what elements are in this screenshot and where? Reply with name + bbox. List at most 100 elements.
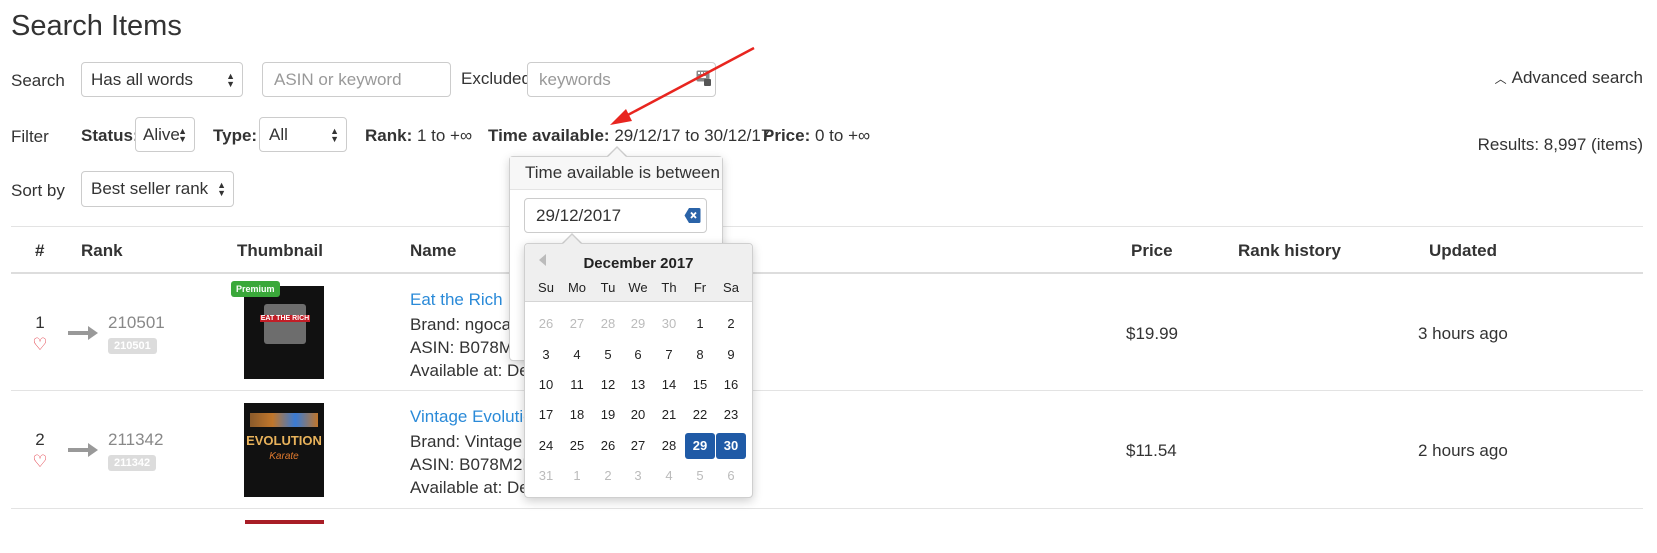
calendar-day[interactable]: 25 <box>562 433 592 459</box>
sort-select[interactable]: Best seller rank ▲ ▼ <box>81 171 234 207</box>
calendar-day[interactable]: 15 <box>685 372 715 398</box>
calendar-day[interactable]: 22 <box>685 402 715 428</box>
type-select[interactable]: All ▲ ▼ <box>259 117 347 152</box>
calendar-day[interactable]: 26 <box>593 433 623 459</box>
calendar-day[interactable]: 29 <box>623 311 653 337</box>
calendar-day[interactable]: 8 <box>685 342 715 368</box>
calendar-day[interactable]: 30 <box>716 433 746 459</box>
calendar-day[interactable]: 9 <box>716 342 746 368</box>
chevron-up-icon: ︿ <box>1494 72 1507 86</box>
calendar-day[interactable]: 23 <box>716 402 746 428</box>
divider <box>11 226 1643 227</box>
select-caret-icon: ▲ ▼ <box>330 125 339 144</box>
keyboard-icon[interactable] <box>696 70 712 86</box>
popover-pointer-fill <box>607 148 627 158</box>
rank-filter[interactable]: Rank: 1 to +∞ <box>365 126 472 146</box>
column-header-rank-history: Rank history <box>1238 241 1341 260</box>
calendar-day[interactable]: 5 <box>593 342 623 368</box>
heart-icon[interactable]: ♡ <box>25 452 55 472</box>
calendar-day[interactable]: 6 <box>716 463 746 489</box>
price-filter[interactable]: Price: 0 to +∞ <box>763 126 870 146</box>
status-select[interactable]: Alive ▲ ▼ <box>135 117 195 152</box>
calendar-day[interactable]: 13 <box>623 372 653 398</box>
rank-value: 210501 <box>108 313 165 332</box>
calendar-day[interactable]: 6 <box>623 342 653 368</box>
calendar-day[interactable]: 1 <box>562 463 592 489</box>
premium-badge: Premium <box>231 281 280 297</box>
weekday-label: Su <box>538 280 554 295</box>
calendar-day[interactable]: 20 <box>623 402 653 428</box>
rank-filter-label: Rank: <box>365 126 413 145</box>
date-input[interactable]: 29/12/2017 <box>524 198 707 233</box>
calendar-day[interactable]: 11 <box>562 372 592 398</box>
page-title: Search Items <box>11 10 182 42</box>
product-thumbnail[interactable]: EVOLUTION Karate <box>244 403 324 497</box>
column-header-num: # <box>35 241 45 260</box>
thumbnail-subtext: Karate <box>269 451 299 462</box>
time-filter-label: Time available: <box>488 126 610 145</box>
product-name[interactable]: Eat the Rich <box>410 290 503 309</box>
calendar-day[interactable]: 24 <box>531 433 561 459</box>
calendar-day[interactable]: 27 <box>562 311 592 337</box>
product-thumbnail[interactable]: EAT THE RICH <box>244 286 324 379</box>
rank-value: 211342 <box>108 430 164 449</box>
calendar-day[interactable]: 10 <box>531 372 561 398</box>
filter-label: Filter <box>11 127 49 146</box>
product-price: $19.99 <box>1126 324 1178 343</box>
calendar-day[interactable]: 5 <box>685 463 715 489</box>
calendar-day[interactable]: 27 <box>623 433 653 459</box>
calendar-day[interactable]: 31 <box>531 463 561 489</box>
advanced-search-link[interactable]: ︿ Advanced search <box>1495 68 1643 88</box>
calendar-day[interactable]: 18 <box>562 402 592 428</box>
calendar-day[interactable]: 2 <box>593 463 623 489</box>
calendar-day[interactable]: 1 <box>685 311 715 337</box>
calendar-day[interactable]: 26 <box>531 311 561 337</box>
select-caret-icon: ▲ ▼ <box>217 180 226 198</box>
calendar-day[interactable]: 7 <box>654 342 684 368</box>
updated-time: 3 hours ago <box>1418 324 1508 343</box>
table-row: 1 ♡ 210501 210501 EAT THE RICH Premium E… <box>0 274 1657 390</box>
calendar-day[interactable]: 29 <box>685 433 715 459</box>
column-header-name[interactable]: Name <box>410 241 456 261</box>
calendar-day[interactable]: 4 <box>654 463 684 489</box>
calendar-day[interactable]: 3 <box>531 342 561 368</box>
weekday-label: We <box>628 280 648 295</box>
sort-value: Best seller rank <box>91 179 209 198</box>
heart-icon[interactable]: ♡ <box>25 335 55 355</box>
column-header-rank[interactable]: Rank <box>81 241 123 261</box>
row-number: 1 <box>35 313 45 332</box>
calendar-day[interactable]: 28 <box>593 311 623 337</box>
excluded-input[interactable]: keywords <box>527 62 716 97</box>
rank-badge: 211342 <box>108 455 157 471</box>
calendar-day[interactable]: 28 <box>654 433 684 459</box>
time-filter[interactable]: Time available: 29/12/17 to 30/12/17 <box>488 126 770 146</box>
clear-icon[interactable] <box>684 207 701 224</box>
calendar-day[interactable]: 19 <box>593 402 623 428</box>
product-name-link[interactable]: Vintage Evolution <box>410 407 542 427</box>
advanced-search-label: Advanced search <box>1511 68 1643 87</box>
calendar-day[interactable]: 12 <box>593 372 623 398</box>
calendar-day[interactable]: 30 <box>654 311 684 337</box>
popover-title: Time available is between <box>510 157 722 190</box>
column-header-updated[interactable]: Updated <box>1429 241 1497 261</box>
column-header-price[interactable]: Price <box>1131 241 1173 261</box>
calendar-day[interactable]: 14 <box>654 372 684 398</box>
thumbnail-text: EAT THE RICH <box>260 315 310 322</box>
calendar-day[interactable]: 17 <box>531 402 561 428</box>
product-name[interactable]: Vintage Evolution <box>410 407 542 426</box>
product-name-link[interactable]: Eat the Rich <box>410 290 503 310</box>
status-value: Alive <box>143 124 180 144</box>
weekday-label: Fr <box>693 280 707 295</box>
match-mode-select[interactable]: Has all words ▲ ▼ <box>81 62 243 97</box>
calendar-day[interactable]: 2 <box>716 311 746 337</box>
weekday-label: Sa <box>723 280 739 295</box>
type-value: All <box>269 124 288 144</box>
calendar-day[interactable]: 4 <box>562 342 592 368</box>
rank-trend-arrow-icon <box>68 326 98 340</box>
calendar-day[interactable]: 16 <box>716 372 746 398</box>
calendar-day[interactable]: 3 <box>623 463 653 489</box>
rank-trend-arrow-icon <box>68 443 98 457</box>
keyword-input[interactable]: ASIN or keyword <box>262 62 451 97</box>
calendar-day[interactable]: 21 <box>654 402 684 428</box>
weekday-label: Mo <box>567 280 587 295</box>
